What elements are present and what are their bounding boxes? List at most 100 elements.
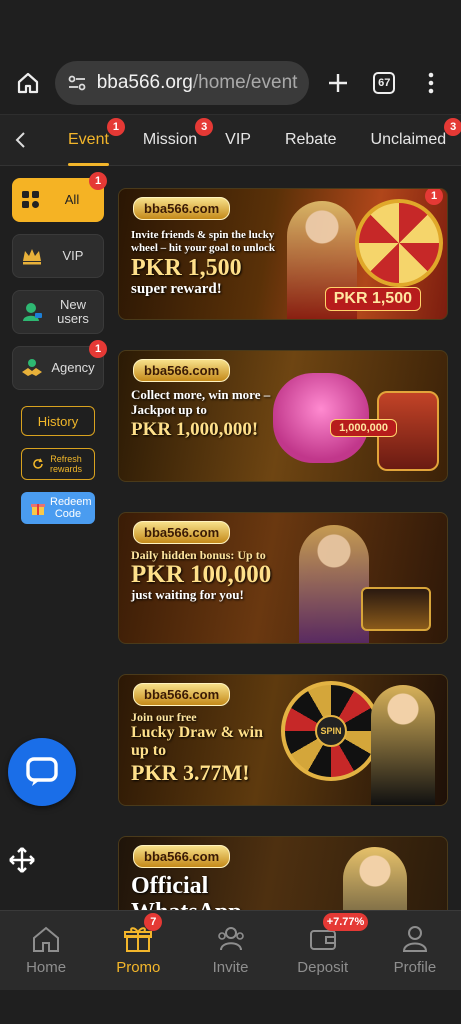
nav-deposit[interactable]: Deposit +7.77% [277,911,369,990]
more-menu-icon[interactable] [412,64,449,102]
tab-label: Unclaimed [370,131,447,148]
tab-vip[interactable]: VIP [211,114,265,166]
sidebar-item-new-users[interactable]: New users [12,290,104,334]
lucky-wheel-image [355,199,443,287]
banner-line: Lucky Draw & win up to [131,724,264,759]
back-arrow-icon[interactable] [0,131,40,149]
brand-logo: bba566.com [133,359,231,382]
tab-unclaimed[interactable]: Unclaimed 3 [357,114,461,166]
nav-home[interactable]: Home [0,911,92,990]
invite-users-icon [217,927,244,951]
tab-event[interactable]: Event 1 [54,114,125,166]
status-bar [0,0,461,52]
tab-rebate[interactable]: Rebate [271,114,351,166]
tab-label: Rebate [284,131,337,148]
brand-logo: bba566.com [133,197,231,220]
url-path: /home/event [192,72,298,93]
tab-switcher-button[interactable]: 67 [366,64,403,102]
banner-text: Join our free Lucky Draw & win up to PKR… [131,711,281,786]
refresh-icon [33,458,43,469]
main-content: All 1 VIP New users Agency 1 History Ref… [0,166,461,910]
tab-mission[interactable]: Mission 3 [129,114,214,166]
url-host: bba566.org [96,72,193,93]
promo-tabs: Event 1 Mission 3 VIP Rebate Unclaimed 3 [0,114,461,166]
banner-line: super reward! [131,281,222,297]
browser-home-icon[interactable] [12,66,45,100]
tab-label: Event [68,131,109,148]
nav-invite[interactable]: Invite [184,911,276,990]
banner-line: just waiting for you! [131,587,244,602]
brand-logo: bba566.com [133,521,231,544]
sidebar-badge: 1 [89,340,107,358]
home-icon [33,926,60,952]
banner-line: Invite friends & spin the lucky wheel – … [131,229,276,254]
nav-label: Promo [116,959,161,976]
handshake-icon [22,359,42,376]
refresh-rewards-label: Refresh rewards [49,454,82,474]
banner-line: Join our free [131,710,197,724]
tab-label: VIP [225,131,251,148]
banner-text: Official WhatsApp [131,873,291,910]
refresh-rewards-button[interactable]: Refresh rewards [21,448,95,480]
treasure-chest-image [361,587,431,631]
banner-amount: PKR 100,000 [131,561,272,588]
sidebar-item-agency[interactable]: Agency 1 [12,340,107,390]
banner-amount: PKR 3.77M! [131,760,250,785]
gift-icon [31,504,45,515]
brand-logo: bba566.com [133,683,231,706]
new-user-icon [23,303,42,321]
new-tab-icon[interactable] [319,64,356,102]
site-settings-icon[interactable] [67,73,87,93]
tab-label: Mission [142,131,198,148]
category-sidebar: All 1 VIP New users Agency 1 History Ref… [12,172,107,524]
banner-badge: 1 [425,189,443,205]
banner-amount: PKR 1,500 [131,255,242,281]
grid-icon [22,191,39,208]
event-banner-list: 1 bba566.com Invite friends & spin the l… [118,188,448,910]
hostess-image [371,685,435,805]
nav-badge: +7.77% [322,913,369,931]
nav-profile[interactable]: Profile [369,911,461,990]
nav-label: Home [26,959,67,976]
url-bar[interactable]: bba566.org/home/event [54,61,310,105]
event-banner-whatsapp[interactable]: bba566.com Official WhatsApp [118,836,448,910]
event-banner-lucky-draw[interactable]: bba566.com Join our free Lucky Draw & wi… [118,674,448,806]
sidebar-item-label: All [64,192,80,207]
gorilla-mascot-image [273,373,369,463]
tab-badge: 3 [444,118,461,136]
profile-icon [402,926,427,952]
sidebar-badge: 1 [89,172,107,190]
hostess-image [343,847,407,910]
brand-logo: bba566.com [133,845,231,868]
system-gesture-bar [0,990,461,1024]
tab-badge: 1 [106,118,125,136]
history-button[interactable]: History [21,406,95,436]
nav-label: Deposit [297,959,349,976]
event-banner-jackpot[interactable]: bba566.com Collect more, win more – Jack… [118,350,448,482]
nav-badge: 7 [144,913,163,931]
drag-handle-icon[interactable] [8,846,36,874]
sidebar-item-vip[interactable]: VIP [12,234,104,278]
tab-count: 67 [373,72,396,94]
nav-label: Profile [393,959,437,976]
redeem-code-label: Redeem Code [50,496,92,520]
browser-toolbar: bba566.org/home/event 67 [0,52,461,114]
live-chat-button[interactable] [8,738,76,806]
sidebar-item-label: New users [57,297,89,326]
nav-promo[interactable]: Promo 7 [92,911,184,990]
chat-bubble-icon [26,757,58,786]
sidebar-item-label: VIP [62,248,84,263]
event-banner-invite[interactable]: 1 bba566.com Invite friends & spin the l… [118,188,448,320]
redeem-code-button[interactable]: Redeem Code [21,492,95,524]
sidebar-item-all[interactable]: All 1 [12,172,107,222]
banner-prize-pill: 1,000,000 [330,419,397,437]
event-banner-hidden-bonus[interactable]: bba566.com Daily hidden bonus: Up to PKR… [118,512,448,644]
spin-label: SPIN [315,715,347,747]
nav-label: Invite [212,959,249,976]
hostess-image [299,525,369,643]
banner-text: Daily hidden bonus: Up to PKR 100,000 ju… [131,549,301,602]
bottom-navigation: Home Promo 7 Invite Deposit +7.77% Profi… [0,910,461,990]
sidebar-item-label: Agency [51,360,95,375]
banner-prize-pill: PKR 1,500 [324,287,421,311]
banner-text: Invite friends & spin the lucky wheel – … [131,229,301,298]
